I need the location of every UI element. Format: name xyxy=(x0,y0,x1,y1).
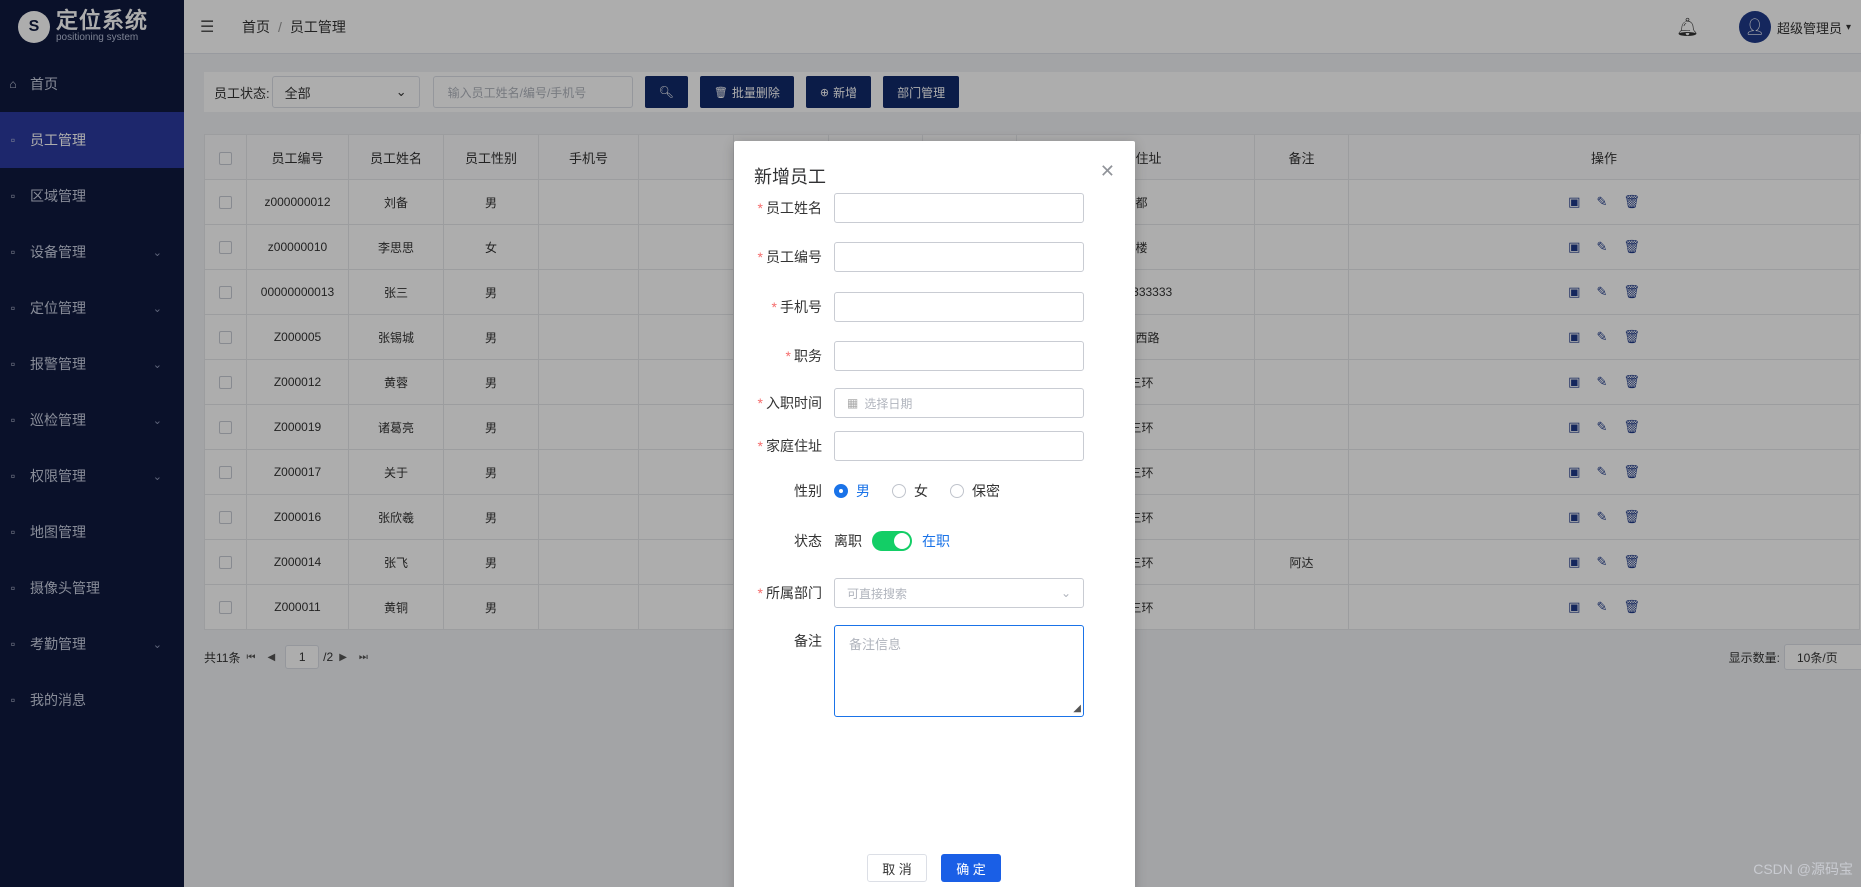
number-field[interactable] xyxy=(834,242,1084,272)
note-textarea[interactable]: 备注信息 ◢ xyxy=(834,625,1084,717)
status-on-label: 在职 xyxy=(922,533,950,549)
phone-label: 手机号 xyxy=(780,299,822,315)
hire-date-picker[interactable]: ▦ 选择日期 xyxy=(834,388,1084,418)
form-row-hire-date: * 入职时间 ▦ 选择日期 xyxy=(734,388,1135,418)
number-label: 员工编号 xyxy=(766,249,822,265)
status-off-label: 离职 xyxy=(834,533,862,549)
name-field[interactable] xyxy=(834,193,1084,223)
address-label: 家庭住址 xyxy=(766,438,822,454)
add-employee-dialog: 新增员工 ✕ * 员工姓名 * 员工编号 * 手机号 * 职务 * 入职时间 ▦ 选择日期 … xyxy=(734,141,1135,887)
status-label: 状态 xyxy=(794,533,822,549)
position-label: 职务 xyxy=(794,348,822,364)
address-field[interactable] xyxy=(834,431,1084,461)
cancel-button[interactable]: 取 消 xyxy=(867,854,927,882)
dept-label: 所属部门 xyxy=(766,585,822,601)
resize-grip-icon[interactable]: ◢ xyxy=(1073,703,1081,714)
form-row-name: * 员工姓名 xyxy=(734,193,1135,223)
form-row-status: 状态 离职 在职 xyxy=(734,531,1135,551)
note-label: 备注 xyxy=(794,633,822,649)
status-toggle[interactable] xyxy=(872,531,912,551)
name-label: 员工姓名 xyxy=(766,200,822,216)
position-field[interactable] xyxy=(834,341,1084,371)
form-row-phone: * 手机号 xyxy=(734,292,1135,322)
form-row-gender: 性别 男 女 保密 xyxy=(734,481,1135,501)
calendar-icon: ▦ xyxy=(847,396,859,410)
form-row-position: * 职务 xyxy=(734,341,1135,371)
dept-select[interactable]: 可直接搜索 ⌄ xyxy=(834,578,1084,608)
close-icon[interactable]: ✕ xyxy=(1100,161,1115,182)
chevron-down-icon: ⌄ xyxy=(1060,586,1071,600)
gender-label: 性别 xyxy=(794,483,822,499)
dialog-title: 新增员工 xyxy=(754,167,826,187)
form-row-address: * 家庭住址 xyxy=(734,431,1135,461)
phone-field[interactable] xyxy=(834,292,1084,322)
watermark: CSDN @源码宝 xyxy=(1753,861,1853,877)
gender-radio-male[interactable]: 男 xyxy=(834,481,870,501)
confirm-button[interactable]: 确 定 xyxy=(941,854,1001,882)
form-row-dept: * 所属部门 可直接搜索 ⌄ xyxy=(734,578,1135,608)
form-row-note: 备注 备注信息 ◢ xyxy=(734,625,1135,717)
gender-radio-secret[interactable]: 保密 xyxy=(950,481,1000,501)
gender-radio-female[interactable]: 女 xyxy=(892,481,928,501)
form-row-number: * 员工编号 xyxy=(734,242,1135,272)
hire-date-label: 入职时间 xyxy=(766,395,822,411)
